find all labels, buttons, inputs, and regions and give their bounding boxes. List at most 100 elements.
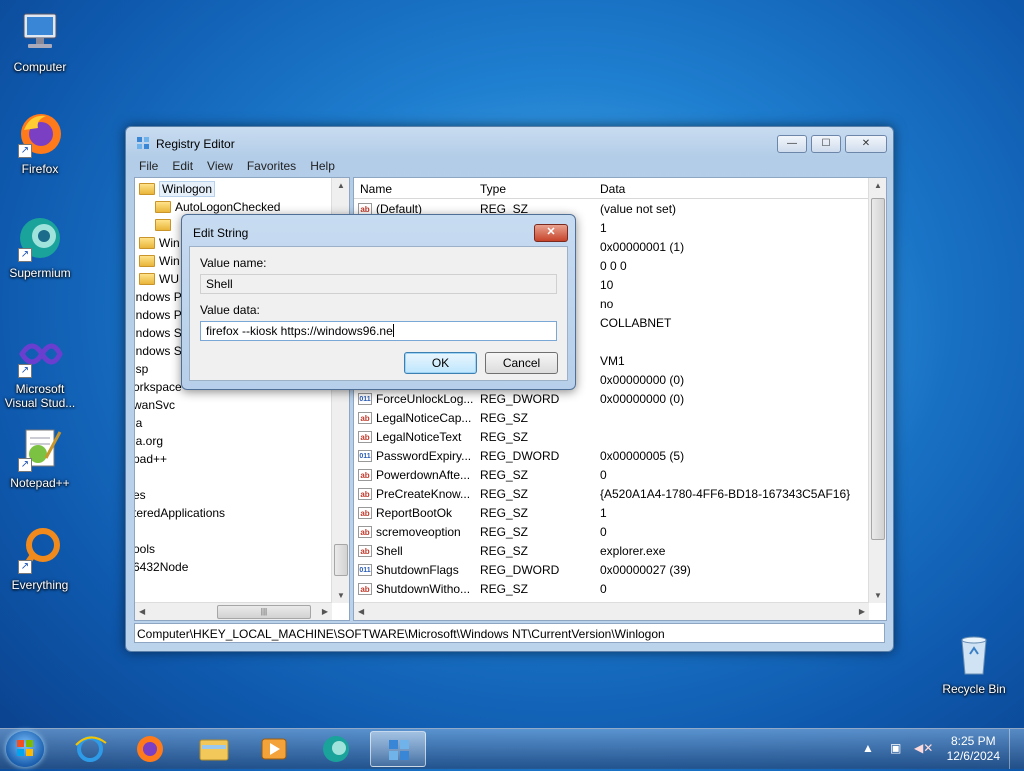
value-data-input[interactable]: firefox --kiosk https://windows96.ne <box>200 321 557 341</box>
tree-node-label: WU <box>159 272 179 286</box>
tree-node[interactable]: isp <box>135 360 148 378</box>
value-row[interactable]: 011 ForceUnlockLog... REG_DWORD 0x00000000 … <box>358 390 869 409</box>
value-row[interactable]: ab LegalNoticeCap... REG_SZ <box>358 409 869 428</box>
tree-node[interactable]: ools <box>135 540 155 558</box>
menu-file[interactable]: File <box>132 157 165 175</box>
scroll-left-icon[interactable]: ◀ <box>139 607 145 616</box>
binary-value-icon: 011 <box>358 393 372 405</box>
tray-overflow-icon[interactable]: ▲ <box>862 741 874 755</box>
clock[interactable]: 8:25 PM 12/6/2024 <box>947 734 1000 764</box>
desktop-icon-firefox[interactable]: ↗ Firefox <box>0 110 80 176</box>
binary-value-icon: 011 <box>358 450 372 462</box>
tree-node[interactable]: Win <box>139 234 180 252</box>
tree-node-label: Winlogon <box>159 181 216 197</box>
desktop-icon-computer[interactable]: Computer <box>0 8 80 74</box>
scroll-down-icon[interactable]: ▼ <box>874 591 882 600</box>
value-row[interactable]: 011 ShutdownFlags REG_DWORD 0x00000027 (39) <box>358 561 869 580</box>
value-row[interactable]: ab ShutdownWitho... REG_SZ 0 <box>358 580 869 599</box>
scroll-thumb[interactable]: ||| <box>217 605 311 619</box>
scroll-right-icon[interactable]: ▶ <box>322 607 328 616</box>
column-type-header[interactable]: Type <box>480 182 506 196</box>
show-desktop-button[interactable] <box>1009 729 1024 769</box>
scroll-down-icon[interactable]: ▼ <box>337 591 345 600</box>
taskbar-supermium[interactable] <box>308 731 364 767</box>
taskbar-firefox[interactable] <box>122 731 178 767</box>
taskbar-internet-explorer[interactable] <box>62 731 118 767</box>
list-horizontal-scrollbar[interactable]: ◀ ▶ <box>354 602 869 620</box>
tree-node[interactable]: indows S <box>135 342 182 360</box>
value-row[interactable]: ab scremoveoption REG_SZ 0 <box>358 523 869 542</box>
folder-icon <box>139 255 155 267</box>
tree-node[interactable]: WU <box>139 270 179 288</box>
tree-node[interactable]: la.org <box>134 432 164 450</box>
value-row[interactable]: ab Shell REG_SZ explorer.exe <box>358 542 869 561</box>
volume-muted-icon[interactable]: ◀✕ <box>914 741 933 755</box>
tree-node[interactable]: orkspace <box>135 378 182 396</box>
start-button[interactable] <box>6 731 44 767</box>
tree-node[interactable]: es <box>134 486 146 504</box>
tree-node[interactable]: indows P <box>135 288 182 306</box>
desktop-icon-notepadpp[interactable]: ↗ Notepad++ <box>0 424 80 490</box>
tree-horizontal-scrollbar[interactable]: ◀ ||| ▶ <box>135 602 332 620</box>
taskbar-file-explorer[interactable] <box>186 731 242 767</box>
tree-node[interactable]: indows S <box>134 324 182 342</box>
value-type: REG_SZ <box>480 582 529 596</box>
visual-studio-icon: ↗ <box>16 330 64 378</box>
tree-node[interactable] <box>155 216 175 234</box>
tree-node[interactable]: teredApplications <box>135 504 225 522</box>
menu-edit[interactable]: Edit <box>165 157 200 175</box>
dialog-close-button[interactable]: ✕ <box>534 224 568 242</box>
tree-node[interactable]: la <box>135 414 142 432</box>
scroll-thumb[interactable] <box>871 198 885 540</box>
value-name: LegalNoticeCap... <box>376 411 472 425</box>
menu-help[interactable]: Help <box>303 157 342 175</box>
tree-node-label: la.org <box>134 434 164 448</box>
taskbar-registry-editor[interactable] <box>370 731 426 767</box>
network-icon[interactable]: ▣ <box>890 741 901 755</box>
minimize-button[interactable]: — <box>777 135 807 153</box>
menu-view[interactable]: View <box>200 157 240 175</box>
scroll-up-icon[interactable]: ▲ <box>337 181 345 190</box>
ok-button[interactable]: OK <box>404 352 477 374</box>
menu-favorites[interactable]: Favorites <box>240 157 303 175</box>
scroll-right-icon[interactable]: ▶ <box>859 607 865 616</box>
column-data-header[interactable]: Data <box>600 182 625 196</box>
edit-string-dialog[interactable]: Edit String ✕ Value name: Shell Value da… <box>181 214 576 390</box>
desktop-icon-visual-studio[interactable]: ↗ Microsoft Visual Stud... <box>0 330 80 410</box>
desktop-icon-everything[interactable]: ↗ Everything <box>0 526 80 592</box>
close-button[interactable]: ✕ <box>845 135 887 153</box>
value-row[interactable]: ab PowerdownAfte... REG_SZ 0 <box>358 466 869 485</box>
scroll-up-icon[interactable]: ▲ <box>874 181 882 190</box>
taskbar-media-player[interactable] <box>246 731 302 767</box>
title-bar[interactable]: Registry Editor — ☐ ✕ <box>126 127 893 157</box>
value-name: PasswordExpiry... <box>376 449 472 463</box>
value-name: ShutdownWitho... <box>376 582 471 596</box>
column-name-header[interactable]: Name <box>360 182 392 196</box>
value-row[interactable]: 011 PasswordExpiry... REG_DWORD 0x00000005 … <box>358 447 869 466</box>
tree-node-label: indows S <box>134 326 182 340</box>
maximize-button[interactable]: ☐ <box>811 135 841 153</box>
value-data: 1 <box>600 506 607 520</box>
list-vertical-scrollbar[interactable]: ▲ ▼ <box>868 178 886 603</box>
value-data: 0 <box>600 468 607 482</box>
cancel-button[interactable]: Cancel <box>485 352 558 374</box>
value-row[interactable]: ab ReportBootOk REG_SZ 1 <box>358 504 869 523</box>
desktop-icon-supermium[interactable]: ↗ Supermium <box>0 214 80 280</box>
tree-node[interactable]: indows P <box>135 306 182 324</box>
string-value-icon: ab <box>358 526 372 538</box>
tree-node-label: es <box>134 488 146 502</box>
value-row[interactable]: ab LegalNoticeText REG_SZ <box>358 428 869 447</box>
tree-node[interactable]: wanSvc <box>135 396 175 414</box>
desktop-icon-recycle-bin[interactable]: Recycle Bin <box>934 630 1014 696</box>
window-title: Registry Editor <box>156 137 235 151</box>
scroll-left-icon[interactable]: ◀ <box>358 607 364 616</box>
tree-node[interactable]: Winlogon <box>139 180 216 198</box>
value-row[interactable]: ab PreCreateKnow... REG_SZ {A520A1A4-1780-4… <box>358 485 869 504</box>
computer-icon <box>16 8 64 56</box>
value-type: REG_SZ <box>480 411 529 425</box>
tree-node[interactable]: 6432Node <box>135 558 188 576</box>
scroll-thumb[interactable] <box>334 544 348 576</box>
value-type: REG_DWORD <box>480 563 560 577</box>
tree-node[interactable]: pad++ <box>135 450 167 468</box>
tree-node[interactable]: Win <box>139 252 180 270</box>
